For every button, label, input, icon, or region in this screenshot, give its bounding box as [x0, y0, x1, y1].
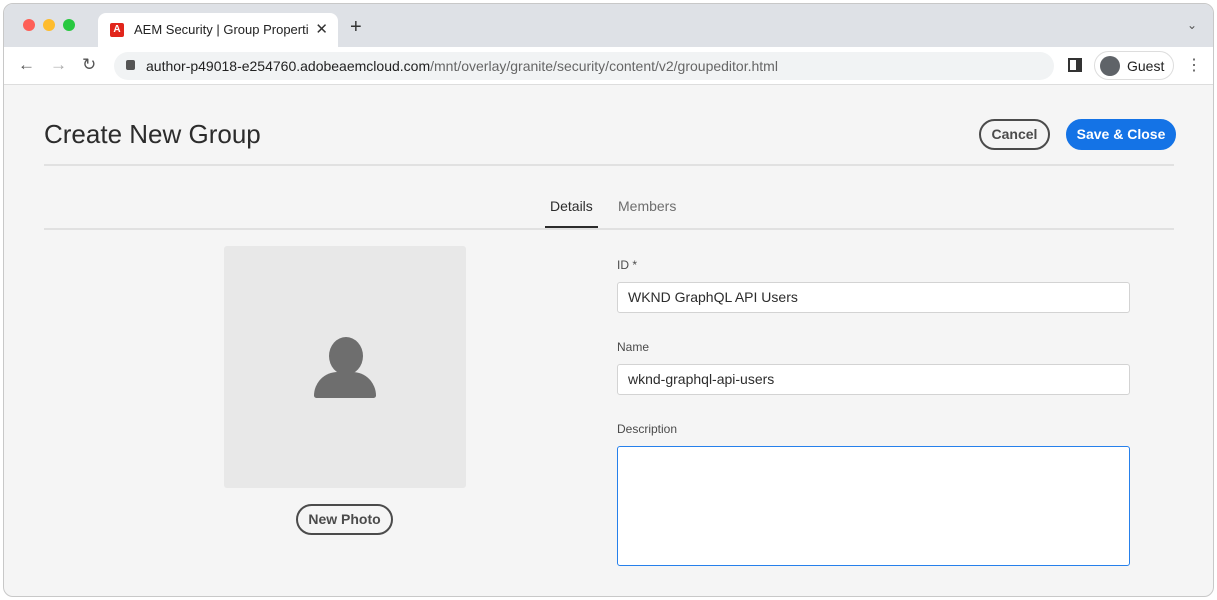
address-bar[interactable]: author-p49018-e254760.adobeaemcloud.com/…	[114, 52, 1054, 80]
divider	[44, 164, 1174, 166]
new-photo-button[interactable]: New Photo	[296, 504, 393, 535]
browser-tab[interactable]: A AEM Security | Group Properties ✕	[98, 13, 338, 47]
page-content: Create New Group Cancel Save & Close Det…	[4, 86, 1213, 596]
name-field[interactable]: wknd-graphql-api-users	[617, 364, 1130, 395]
back-icon[interactable]: ←	[18, 55, 35, 75]
tabs-divider	[44, 228, 1174, 230]
id-field[interactable]: WKND GraphQL API Users	[617, 282, 1130, 313]
browser-toolbar: ← → ↻ author-p49018-e254760.adobeaemclou…	[4, 47, 1213, 85]
tab-details[interactable]: Details	[545, 198, 598, 228]
cancel-button[interactable]: Cancel	[979, 119, 1050, 150]
new-tab-icon[interactable]: +	[350, 16, 362, 39]
name-label: Name	[617, 340, 650, 354]
url-host: author-p49018-e254760.adobeaemcloud.com	[146, 58, 431, 74]
page-title: Create New Group	[44, 119, 261, 149]
browser-window: A AEM Security | Group Properties ✕ + ⌄ …	[3, 3, 1214, 597]
save-close-button[interactable]: Save & Close	[1066, 119, 1176, 150]
tab-title: AEM Security | Group Properties	[134, 22, 309, 37]
tab-bar: A AEM Security | Group Properties ✕ + ⌄	[4, 4, 1213, 47]
adobe-favicon-icon: A	[110, 23, 124, 37]
forward-icon[interactable]: →	[50, 55, 67, 75]
lock-icon	[126, 60, 135, 70]
reload-icon[interactable]: ↻	[82, 55, 96, 75]
avatar-icon	[1100, 56, 1120, 76]
chevron-down-icon[interactable]: ⌄	[1187, 18, 1197, 32]
minimize-window-button[interactable]	[43, 19, 55, 31]
id-label: ID *	[617, 258, 638, 272]
close-window-button[interactable]	[23, 19, 35, 31]
tab-members[interactable]: Members	[618, 198, 676, 214]
url-path: /mnt/overlay/granite/security/content/v2…	[430, 58, 778, 74]
profile-label: Guest	[1127, 58, 1165, 74]
close-tab-icon[interactable]: ✕	[315, 20, 328, 38]
maximize-window-button[interactable]	[63, 19, 75, 31]
more-menu-icon[interactable]: ⋮	[1186, 55, 1202, 75]
profile-button[interactable]: Guest	[1094, 51, 1174, 80]
description-textarea[interactable]	[617, 446, 1130, 566]
description-label: Description	[617, 422, 678, 436]
url-text: author-p49018-e254760.adobeaemcloud.com/…	[146, 58, 778, 74]
user-icon	[329, 337, 363, 375]
user-icon-body	[314, 372, 376, 398]
photo-placeholder	[224, 246, 466, 488]
side-panel-icon[interactable]	[1068, 58, 1082, 72]
